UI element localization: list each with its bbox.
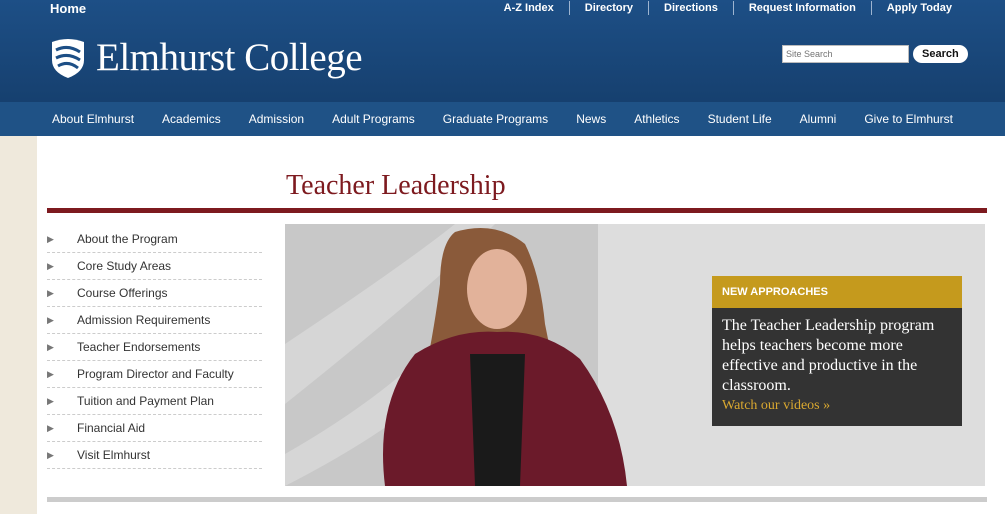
directory-link[interactable]: Directory	[568, 1, 648, 15]
sidebar-item[interactable]: ▶ Teacher Endorsements	[47, 334, 262, 361]
arrow-right-icon: ▶	[47, 341, 54, 352]
sidebar-item[interactable]: ▶ About the Program	[47, 226, 262, 253]
bottom-divider	[47, 497, 987, 502]
sidebar-item[interactable]: ▶ Admission Requirements	[47, 307, 262, 334]
arrow-right-icon: ▶	[47, 422, 54, 433]
apply-today-link[interactable]: Apply Today	[870, 1, 967, 15]
request-information-link[interactable]: Request Information	[732, 1, 871, 15]
home-link[interactable]: Home	[50, 1, 86, 16]
shield-logo-icon	[52, 38, 84, 78]
page-title: Teacher Leadership	[286, 170, 506, 201]
college-logo[interactable]: Elmhurst College	[50, 35, 363, 80]
nav-admission[interactable]: Admission	[235, 102, 318, 136]
directions-link[interactable]: Directions	[648, 1, 733, 15]
sidebar-link-tuition[interactable]: Tuition and Payment Plan	[77, 394, 214, 408]
az-index-link[interactable]: A-Z Index	[489, 1, 569, 15]
arrow-right-icon: ▶	[47, 395, 54, 406]
nav-about-elmhurst[interactable]: About Elmhurst	[0, 102, 148, 136]
arrow-right-icon: ▶	[47, 260, 54, 271]
section-sidebar: ▶ About the Program ▶ Core Study Areas ▶ Co…	[47, 226, 262, 469]
sidebar-item[interactable]: ▶ Course Offerings	[47, 280, 262, 307]
nav-alumni[interactable]: Alumni	[786, 102, 851, 136]
sidebar-link-core-study[interactable]: Core Study Areas	[77, 259, 171, 273]
title-divider	[47, 208, 987, 213]
nav-give-to-elmhurst[interactable]: Give to Elmhurst	[850, 102, 967, 136]
sidebar-link-admission-requirements[interactable]: Admission Requirements	[77, 313, 210, 327]
logo-wordmark: Elmhurst College	[96, 36, 363, 79]
site-search: Search	[782, 45, 968, 63]
sidebar-link-course-offerings[interactable]: Course Offerings	[77, 286, 168, 300]
site-header: Home A-Z Index Directory Directions Requ…	[0, 0, 1005, 102]
sidebar-item[interactable]: ▶ Core Study Areas	[47, 253, 262, 280]
nav-adult-programs[interactable]: Adult Programs	[318, 102, 429, 136]
search-button[interactable]: Search	[913, 45, 968, 63]
sidebar-item[interactable]: ▶ Financial Aid	[47, 415, 262, 442]
nav-athletics[interactable]: Athletics	[620, 102, 693, 136]
sidebar-item[interactable]: ▶ Visit Elmhurst	[47, 442, 262, 469]
teacher-photo	[383, 228, 627, 486]
main-nav: About Elmhurst Academics Admission Adult…	[0, 102, 1005, 136]
arrow-right-icon: ▶	[47, 287, 54, 298]
sidebar-item[interactable]: ▶ Program Director and Faculty	[47, 361, 262, 388]
nav-news[interactable]: News	[562, 102, 620, 136]
promo-heading: NEW APPROACHES	[712, 276, 962, 308]
arrow-right-icon: ▶	[47, 233, 54, 244]
nav-graduate-programs[interactable]: Graduate Programs	[429, 102, 562, 136]
sidebar-link-visit[interactable]: Visit Elmhurst	[77, 448, 150, 462]
arrow-right-icon: ▶	[47, 368, 54, 379]
promo-callout: NEW APPROACHES The Teacher Leadership pr…	[712, 276, 962, 426]
nav-academics[interactable]: Academics	[148, 102, 235, 136]
sidebar-item[interactable]: ▶ Tuition and Payment Plan	[47, 388, 262, 415]
sidebar-link-program-director[interactable]: Program Director and Faculty	[77, 367, 234, 381]
sidebar-link-teacher-endorsements[interactable]: Teacher Endorsements	[77, 340, 200, 354]
sidebar-link-financial-aid[interactable]: Financial Aid	[77, 421, 145, 435]
promo-text: The Teacher Leadership program helps tea…	[722, 317, 935, 394]
promo-body: The Teacher Leadership program helps tea…	[712, 308, 962, 426]
arrow-right-icon: ▶	[47, 314, 54, 325]
search-input[interactable]	[782, 45, 909, 63]
watch-videos-link[interactable]: Watch our videos »	[722, 398, 952, 414]
utility-links: A-Z Index Directory Directions Request I…	[489, 1, 967, 15]
arrow-right-icon: ▶	[47, 449, 54, 460]
nav-student-life[interactable]: Student Life	[694, 102, 786, 136]
sidebar-link-about-program[interactable]: About the Program	[77, 232, 178, 246]
